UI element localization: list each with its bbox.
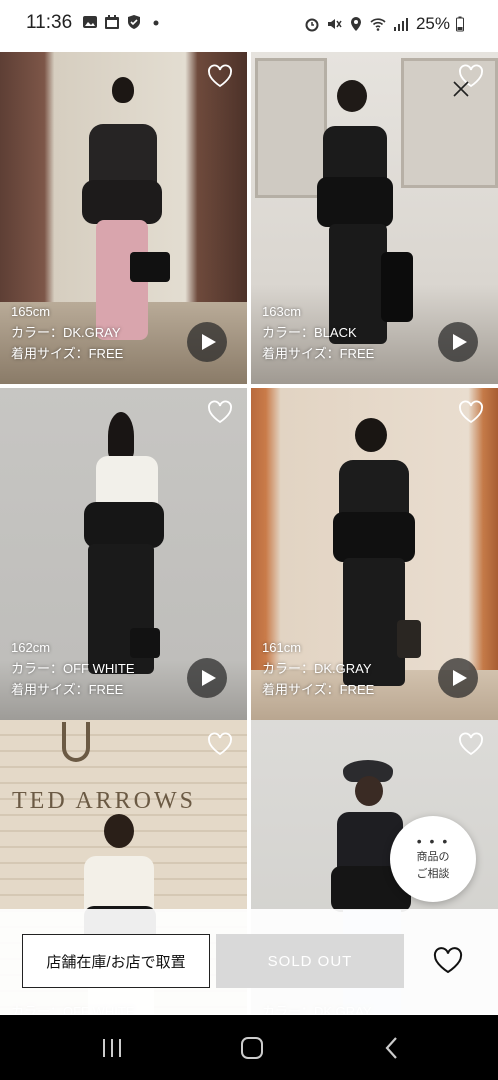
alarm-icon bbox=[305, 18, 319, 32]
model-size: 着用サイズ：FREE bbox=[262, 346, 375, 361]
favorite-heart-icon[interactable] bbox=[207, 400, 233, 424]
location-icon bbox=[350, 17, 361, 31]
model-size: 着用サイズ：FREE bbox=[262, 682, 375, 697]
product-consult-button[interactable]: • • • 商品の ご相談 bbox=[390, 816, 476, 902]
model-height: 162cm bbox=[11, 640, 51, 655]
sold-out-button[interactable]: SOLD OUT bbox=[216, 934, 404, 988]
bottom-action-bar: 店舗在庫/お店で取置 SOLD OUT bbox=[0, 909, 498, 1015]
play-icon bbox=[452, 334, 467, 350]
play-video-button[interactable] bbox=[187, 658, 227, 698]
styling-photo-card[interactable]: 163cm カラー：BLACK 着用サイズ：FREE bbox=[251, 52, 498, 384]
calendar-icon bbox=[105, 15, 119, 29]
gallery-icon bbox=[83, 16, 97, 28]
model-height: 165cm bbox=[11, 304, 51, 319]
styling-photo-card[interactable]: 162cm カラー：OFF WHITE 着用サイズ：FREE bbox=[0, 388, 247, 720]
play-icon bbox=[201, 334, 216, 350]
play-video-button[interactable] bbox=[438, 322, 478, 362]
battery-percent: 25% bbox=[415, 14, 450, 33]
dot-icon bbox=[153, 20, 159, 26]
status-bar: 11:36 25% bbox=[0, 0, 498, 46]
styling-photo-card[interactable]: 165cm カラー：DK.GRAY 着用サイズ：FREE bbox=[0, 52, 247, 384]
favorite-heart-icon[interactable] bbox=[207, 64, 233, 88]
more-dots-icon: • • • bbox=[416, 833, 450, 849]
model-color: カラー：OFF WHITE bbox=[11, 661, 135, 676]
model-size: 着用サイズ：FREE bbox=[11, 682, 124, 697]
model-info: 165cm カラー：DK.GRAY 着用サイズ：FREE bbox=[11, 301, 123, 364]
back-icon[interactable] bbox=[382, 1035, 402, 1061]
model-height: 161cm bbox=[262, 640, 302, 655]
shield-icon bbox=[128, 15, 140, 29]
consult-label-line1: 商品の bbox=[416, 851, 450, 863]
system-navigation-bar bbox=[0, 1015, 498, 1080]
play-video-button[interactable] bbox=[187, 322, 227, 362]
play-video-button[interactable] bbox=[438, 658, 478, 698]
battery-icon bbox=[456, 16, 464, 32]
consult-label-line2: ご相談 bbox=[416, 868, 450, 880]
model-color: カラー：DK.GRAY bbox=[262, 661, 372, 676]
model-color: カラー：BLACK bbox=[262, 325, 357, 340]
close-icon[interactable] bbox=[452, 80, 470, 98]
mute-icon bbox=[327, 19, 342, 29]
model-info: 163cm カラー：BLACK 着用サイズ：FREE bbox=[262, 301, 374, 364]
model-size: 着用サイズ：FREE bbox=[11, 346, 124, 361]
favorite-heart-icon[interactable] bbox=[458, 732, 484, 756]
model-color: カラー：DK.GRAY bbox=[11, 325, 121, 340]
styling-photo-card[interactable]: 161cm カラー：DK.GRAY 着用サイズ：FREE bbox=[251, 388, 498, 720]
store-sign-text: TED ARROWS bbox=[12, 788, 197, 814]
model-height: 163cm bbox=[262, 304, 302, 319]
home-icon[interactable] bbox=[240, 1035, 264, 1061]
signal-icon bbox=[393, 18, 408, 31]
recents-icon[interactable] bbox=[100, 1035, 124, 1061]
status-time: 11:36 bbox=[26, 12, 73, 33]
model-info: 162cm カラー：OFF WHITE 着用サイズ：FREE bbox=[11, 637, 135, 700]
favorite-heart-icon[interactable] bbox=[432, 947, 464, 975]
favorite-heart-icon[interactable] bbox=[207, 732, 233, 756]
play-icon bbox=[201, 670, 216, 686]
wifi-icon bbox=[370, 18, 386, 31]
favorite-heart-icon[interactable] bbox=[458, 400, 484, 424]
model-info: 161cm カラー：DK.GRAY 着用サイズ：FREE bbox=[262, 637, 374, 700]
store-stock-button[interactable]: 店舗在庫/お店で取置 bbox=[22, 934, 210, 988]
play-icon bbox=[452, 670, 467, 686]
